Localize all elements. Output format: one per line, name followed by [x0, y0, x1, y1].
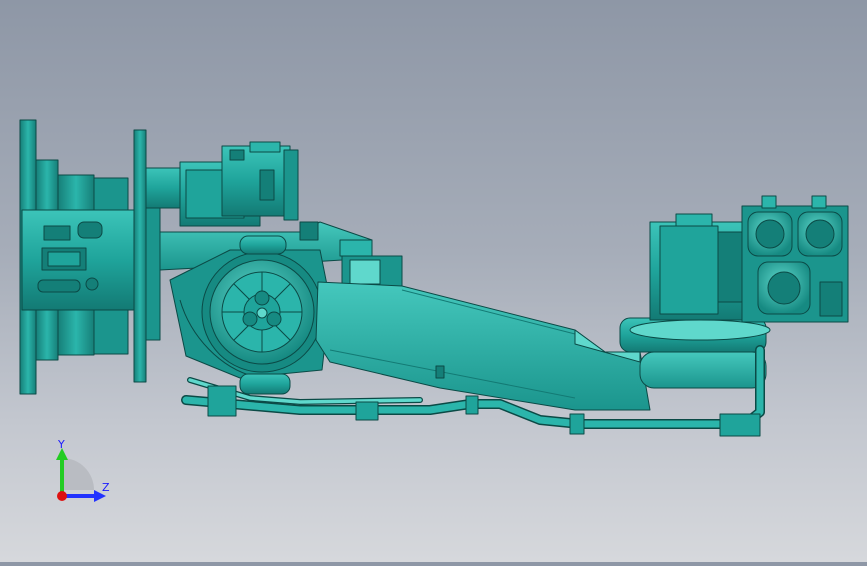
- triad-plane-icon: [62, 458, 94, 490]
- z-axis-label: Z: [102, 481, 110, 494]
- robot-arm-model[interactable]: [0, 0, 867, 562]
- arm-link: [315, 281, 651, 411]
- y-axis-label: Y: [57, 438, 65, 451]
- wrist-motor: [649, 213, 747, 321]
- orientation-triad: Y Z: [40, 438, 120, 508]
- cad-3d-viewport[interactable]: [0, 0, 867, 562]
- origin-icon: [57, 491, 67, 501]
- wrist-connector-box: [741, 195, 849, 323]
- wrist-rotary-base: [619, 317, 771, 389]
- upper-motor: [145, 141, 299, 227]
